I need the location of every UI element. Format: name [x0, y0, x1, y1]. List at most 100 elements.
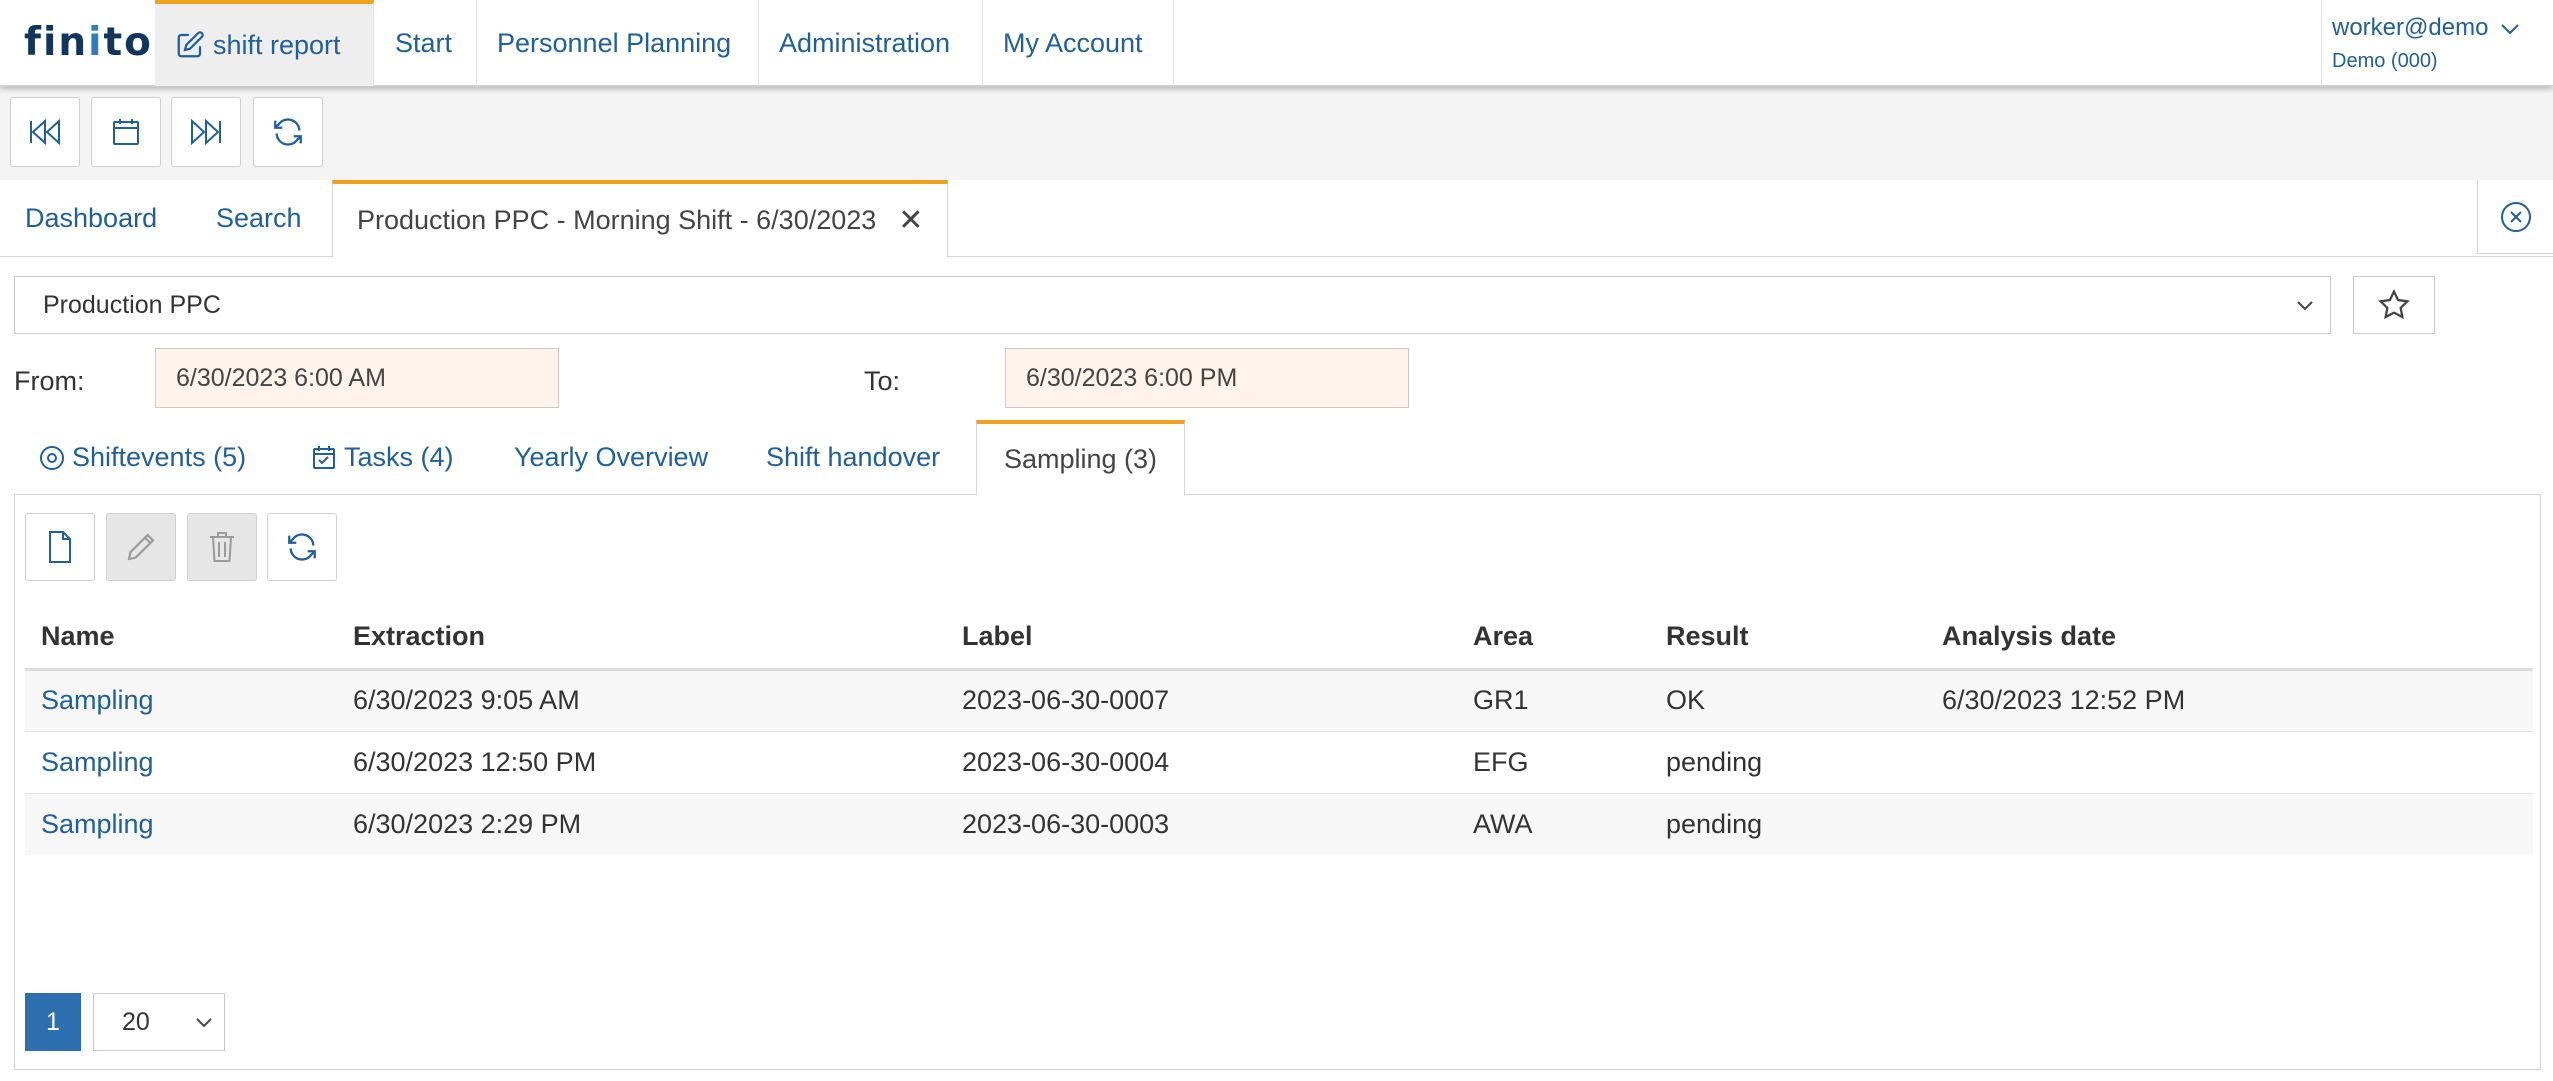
user-menu[interactable]: worker@demo Demo (000) — [2321, 0, 2553, 86]
record-circle-icon — [40, 445, 64, 470]
tab-production-ppc[interactable]: Production PPC - Morning Shift - 6/30/20… — [332, 180, 949, 258]
area-cell: AWA — [1457, 793, 1650, 855]
analysis-date-cell: 6/30/2023 12:52 PM — [1926, 669, 2533, 732]
chevron-down-icon — [2297, 301, 2313, 311]
page-size-value: 20 — [122, 1007, 150, 1036]
sample-name-link[interactable]: Sampling — [25, 669, 337, 732]
next-shift-button[interactable] — [171, 97, 241, 167]
column-header-result[interactable]: Result — [1650, 605, 1926, 671]
table-header-row: Name Extraction Label Area Result Analys… — [25, 605, 2533, 671]
new-sample-button[interactable] — [25, 513, 95, 581]
close-all-tabs-button[interactable] — [2477, 180, 2553, 254]
tab-shiftevents-label: Shiftevents (5) — [72, 442, 247, 472]
user-organization: Demo (000) — [2332, 50, 2438, 72]
extraction-cell: 6/30/2023 2:29 PM — [337, 793, 946, 855]
tab-yearly-overview-label: Yearly Overview — [514, 442, 709, 472]
sample-name-link[interactable]: Sampling — [25, 793, 337, 855]
refresh-button[interactable] — [253, 97, 323, 167]
extraction-cell: 6/30/2023 9:05 AM — [337, 669, 946, 732]
nav-shift-report[interactable]: shift report — [155, 0, 374, 86]
column-header-analysis-date[interactable]: Analysis date — [1926, 605, 2533, 671]
tab-dashboard-label: Dashboard — [25, 203, 158, 233]
label-cell: 2023-06-30-0004 — [946, 731, 1457, 794]
fast-forward-icon — [191, 118, 221, 146]
area-select-value: Production PPC — [43, 290, 221, 319]
result-cell: OK — [1650, 669, 1926, 732]
finito-logo[interactable]: finito — [24, 20, 153, 65]
area-cell: GR1 — [1457, 669, 1650, 732]
label-cell: 2023-06-30-0003 — [946, 793, 1457, 855]
tab-dashboard[interactable]: Dashboard — [25, 180, 157, 257]
analysis-date-cell — [1926, 793, 2533, 855]
column-header-name[interactable]: Name — [25, 605, 337, 671]
column-header-area[interactable]: Area — [1457, 605, 1650, 671]
close-circle-icon — [2500, 201, 2531, 232]
analysis-date-cell — [1926, 731, 2533, 794]
tab-yearly-overview[interactable]: Yearly Overview — [514, 420, 708, 495]
chevron-down-icon — [196, 1018, 212, 1028]
refresh-icon — [288, 533, 316, 561]
column-header-label[interactable]: Label — [946, 605, 1457, 671]
sample-name-link[interactable]: Sampling — [25, 731, 337, 794]
user-name: worker@demo — [2332, 14, 2489, 41]
nav-shift-report-label: shift report — [213, 29, 341, 60]
sampling-panel: Name Extraction Label Area Result Analys… — [14, 494, 2541, 1070]
tab-sampling-label: Sampling (3) — [1003, 444, 1158, 474]
tab-production-ppc-label: Production PPC - Morning Shift - 6/30/20… — [357, 205, 877, 235]
nav-administration-label: Administration — [779, 27, 951, 58]
to-date-input[interactable]: 6/30/2023 6:00 PM — [1005, 348, 1409, 408]
table-row[interactable]: Sampling 6/30/2023 2:29 PM 2023-06-30-00… — [25, 793, 2533, 855]
extraction-cell: 6/30/2023 12:50 PM — [337, 731, 946, 794]
tab-shift-handover[interactable]: Shift handover — [766, 420, 940, 495]
refresh-samples-button[interactable] — [267, 513, 337, 581]
previous-shift-button[interactable] — [10, 97, 80, 167]
page-1-button[interactable]: 1 — [25, 993, 81, 1051]
tab-tasks[interactable]: Tasks (4) — [310, 420, 454, 495]
rewind-icon — [30, 118, 60, 146]
to-label: To: — [864, 366, 901, 396]
edit-sample-button[interactable] — [106, 513, 176, 581]
nav-my-account[interactable]: My Account — [983, 0, 1174, 86]
calendar-button[interactable] — [91, 97, 161, 167]
nav-personnel-planning[interactable]: Personnel Planning — [477, 0, 759, 86]
tab-sampling[interactable]: Sampling (3) — [976, 420, 1185, 496]
tab-shiftevents[interactable]: Shiftevents (5) — [38, 420, 246, 495]
nav-my-account-label: My Account — [1003, 27, 1143, 58]
area-cell: EFG — [1457, 731, 1650, 794]
tab-tasks-label: Tasks (4) — [344, 442, 454, 472]
nav-start-label: Start — [395, 27, 453, 58]
result-cell: pending — [1650, 793, 1926, 855]
tab-search-label: Search — [216, 203, 302, 233]
star-icon — [2378, 288, 2410, 320]
tab-shift-handover-label: Shift handover — [766, 442, 941, 472]
favorite-button[interactable] — [2353, 276, 2435, 334]
column-header-extraction[interactable]: Extraction — [337, 605, 946, 671]
area-select[interactable]: Production PPC — [14, 276, 2331, 334]
nav-start[interactable]: Start — [375, 0, 477, 86]
calendar-icon — [113, 119, 139, 145]
page-size-select[interactable]: 20 — [93, 993, 225, 1051]
shift-toolbar — [0, 87, 2553, 180]
from-date-input[interactable]: 6/30/2023 6:00 AM — [155, 348, 559, 408]
tab-search[interactable]: Search — [216, 180, 302, 257]
refresh-icon — [274, 118, 302, 146]
sampling-table: Name Extraction Label Area Result Analys… — [25, 605, 2533, 855]
nav-personnel-label: Personnel Planning — [497, 27, 732, 58]
calendar-check-icon — [313, 445, 335, 469]
delete-sample-button[interactable] — [187, 513, 257, 581]
table-row[interactable]: Sampling 6/30/2023 9:05 AM 2023-06-30-00… — [25, 669, 2533, 732]
top-navigation: finito shift report Start Personnel Plan… — [0, 0, 2553, 86]
nav-administration[interactable]: Administration — [759, 0, 983, 86]
from-label: From: — [14, 366, 85, 396]
detail-tabs: Shiftevents (5) Tasks (4) Yearly Overvie… — [0, 420, 2553, 496]
chevron-down-icon — [2501, 24, 2519, 35]
close-icon[interactable]: ✕ — [898, 203, 923, 238]
document-tabs: Dashboard Search Production PPC - Mornin… — [0, 180, 2553, 258]
result-cell: pending — [1650, 731, 1926, 794]
label-cell: 2023-06-30-0007 — [946, 669, 1457, 732]
new-document-icon — [49, 531, 71, 563]
trash-icon — [210, 532, 234, 562]
edit-icon — [177, 31, 204, 58]
pencil-icon — [127, 533, 155, 561]
table-row[interactable]: Sampling 6/30/2023 12:50 PM 2023-06-30-0… — [25, 731, 2533, 794]
